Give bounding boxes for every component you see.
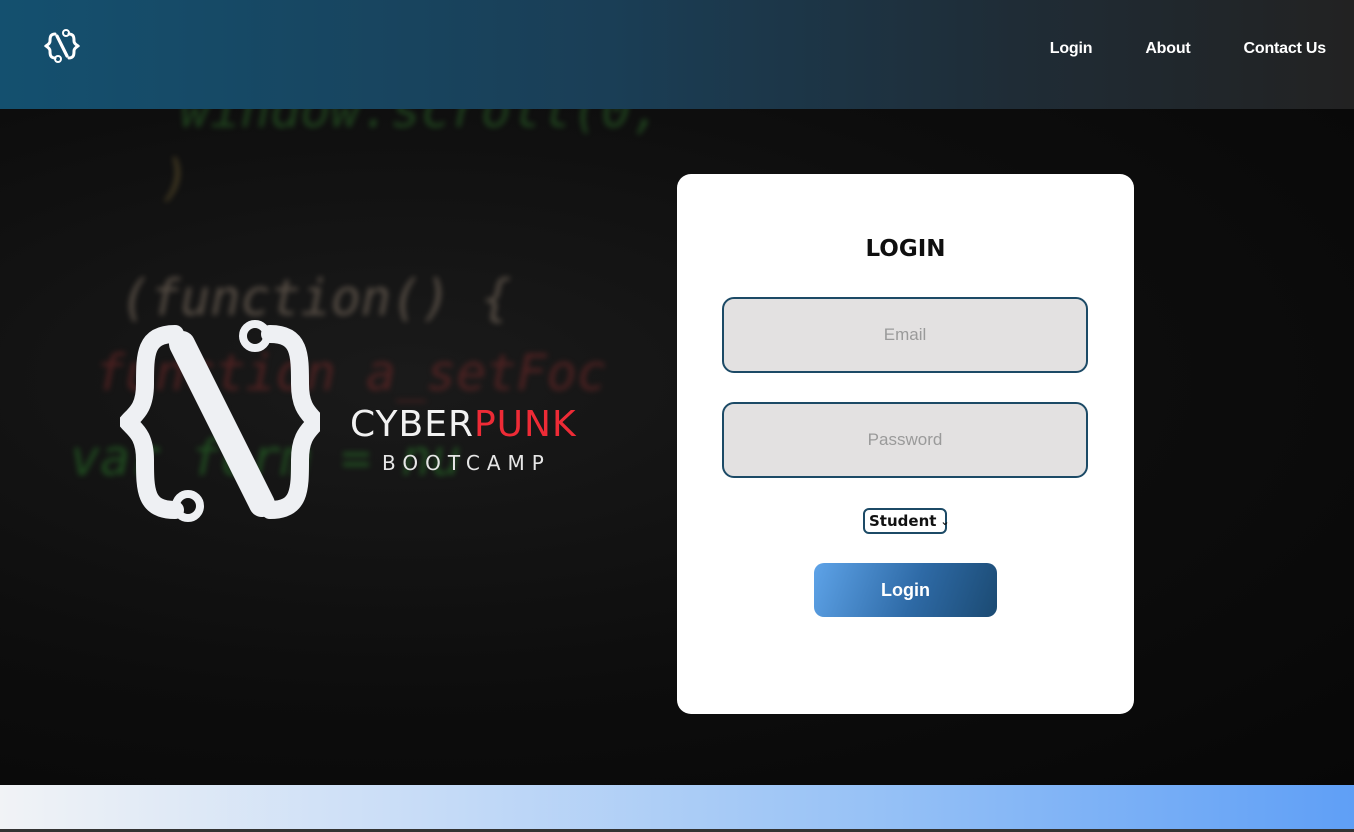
password-input[interactable] — [722, 402, 1088, 478]
brand-tagline: BOOTCAMP — [382, 451, 551, 475]
nav-about-link[interactable]: About — [1145, 40, 1190, 58]
login-submit-button[interactable]: Login — [814, 563, 997, 617]
brand-word-cyber: CYBER — [350, 404, 474, 445]
curly-brace-n-logo-icon — [120, 320, 320, 522]
brand-word-punk: PUNK — [473, 404, 577, 445]
code-line: window.scroll(0, — [180, 109, 662, 139]
nav-contact-link[interactable]: Contact Us — [1244, 40, 1327, 58]
top-navbar: Login About Contact Us — [0, 0, 1354, 109]
code-line: ) — [160, 149, 191, 207]
brand-title: CYBERPUNK — [350, 404, 577, 445]
role-select[interactable]: Student ⌄ — [863, 508, 950, 534]
curly-brace-n-logo-icon[interactable] — [42, 26, 82, 66]
chevron-down-icon: ⌄ — [940, 514, 950, 528]
login-title: LOGIN — [865, 236, 946, 262]
login-card: LOGIN Student ⌄ Login — [677, 174, 1134, 714]
footer-bar — [0, 785, 1354, 832]
hero-section: window.scroll(0, ) (function() { functio… — [0, 109, 1354, 785]
nav-login-link[interactable]: Login — [1050, 40, 1093, 58]
role-select-value: Student — [869, 512, 937, 530]
brand-wordmark: CYBERPUNK BOOTCAMP — [350, 404, 577, 475]
brand-logo: CYBERPUNK BOOTCAMP — [120, 314, 600, 544]
email-input[interactable] — [722, 297, 1088, 373]
nav-links: Login About Contact Us — [997, 40, 1326, 58]
